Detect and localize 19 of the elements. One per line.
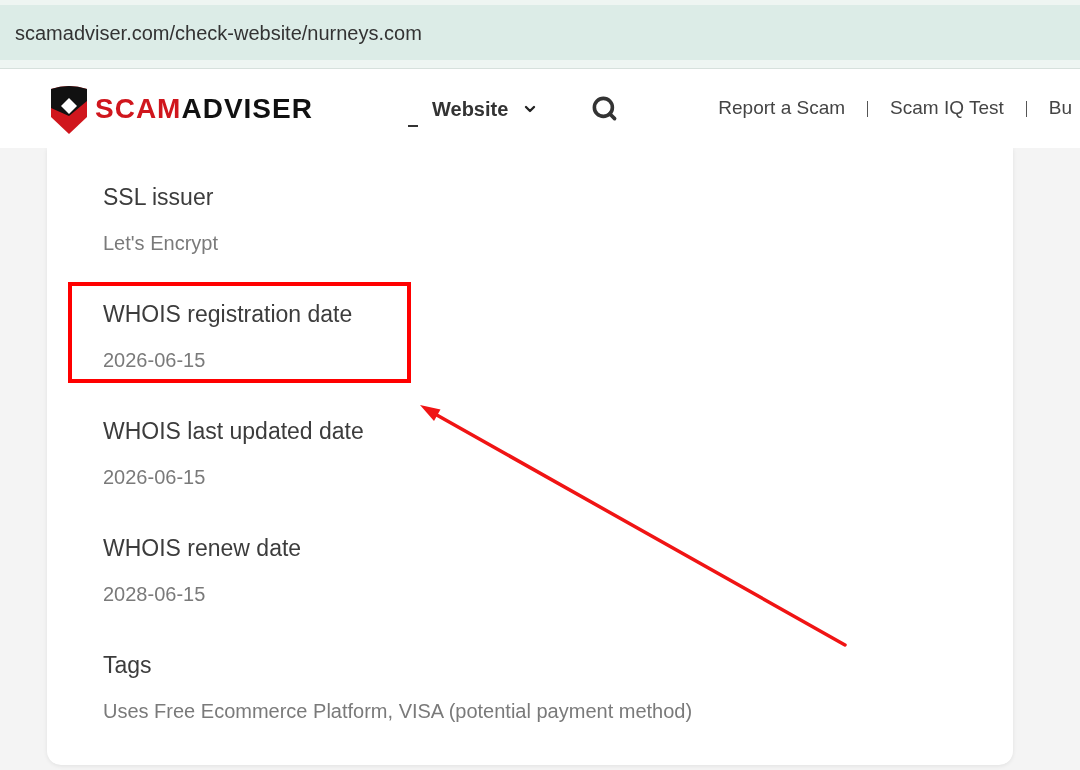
detail-label: WHOIS renew date [103,534,303,562]
website-menu[interactable]: Website [432,93,539,124]
nav-link[interactable]: Scam IQ Test [890,94,1004,123]
logo-wordmark[interactable]: SCAMADVISER [95,94,313,123]
dash-mark [408,124,418,127]
detail-label: SSL issuer [103,183,215,211]
search-icon[interactable] [591,95,619,122]
detail-value: Let's Encrypt [103,231,219,255]
address-field[interactable]: scamadviser.com/check-website/nurneys.com [0,5,1080,60]
detail-value: 2028-06-15 [103,582,207,606]
shield-logo-icon [50,83,88,134]
nav-link[interactable]: Report a Scam [718,94,846,123]
detail-label: WHOIS last updated date [103,417,365,445]
detail-label: Tags [103,651,153,679]
detail-value: 2026-06-15 [103,348,207,372]
detail-label: WHOIS registration date [103,300,354,328]
detail-value: 2026-06-15 [103,465,207,489]
detail-value: Uses Free Ecommerce Platform, VISA (potential payment method) [103,699,694,723]
nav-link[interactable]: Bu [1048,94,1072,123]
